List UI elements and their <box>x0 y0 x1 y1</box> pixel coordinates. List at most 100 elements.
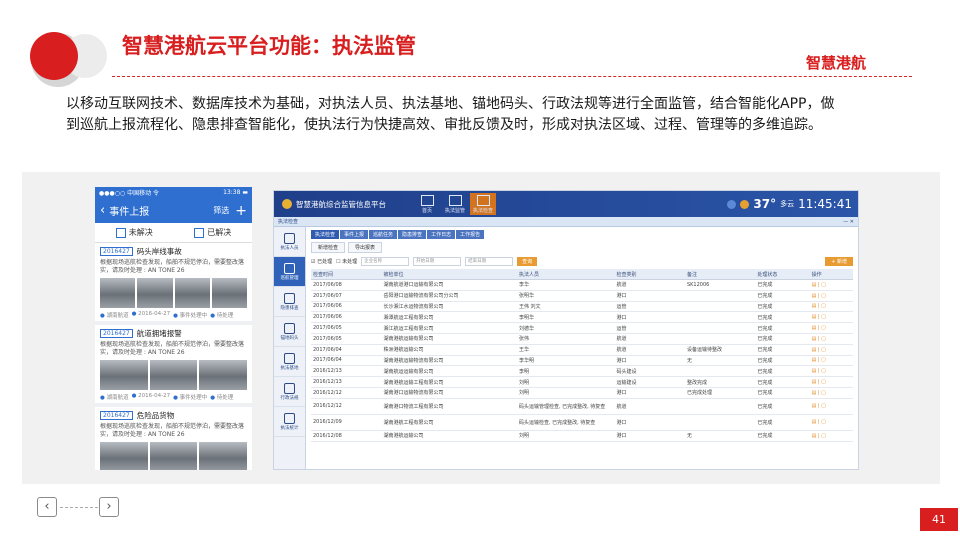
table-row[interactable]: 2016/12/12 湖南港口运输物流有限公司 刘明 港口 已完成处理 已完成 ▤ | ▢ <box>311 387 853 399</box>
table-row[interactable]: 2016/12/12 湖南港口物流工程有限公司 码头运输管理检查, 已完成整改, 待… <box>311 398 853 415</box>
back-icon[interactable]: ‹ <box>100 203 105 218</box>
row-actions[interactable]: ▤ | ▢ <box>809 398 853 415</box>
event-photo[interactable] <box>100 278 136 308</box>
search-button[interactable]: 查询 <box>517 257 538 266</box>
event-meta-item: 2016-04-27 <box>132 311 170 319</box>
unhandled-checkbox[interactable]: ☐ 未处理 <box>336 258 357 265</box>
prev-page-button[interactable]: ‹ <box>37 497 57 517</box>
column-header: 处理状态 <box>755 269 810 280</box>
column-header: 备注 <box>684 269 756 280</box>
event-photo[interactable] <box>149 442 198 470</box>
table-row[interactable]: 2016/12/08 湖南港航运输公司 刘明 港口无已完成 ▤ | ▢ <box>311 430 853 442</box>
table-cell: 码头运输检查, 已完成整改, 待复查 <box>516 414 615 431</box>
table-cell: 湖南港航运输物流有限公司 <box>381 355 517 367</box>
table-cell: 港口 <box>614 430 685 442</box>
top-tab[interactable]: 工作报告 <box>456 230 485 239</box>
event-photo[interactable] <box>149 360 198 390</box>
top-tabs: 执法检查 事件上报 巡航任务 隐患排查 工作日志 工作报告 <box>311 230 853 239</box>
table-cell <box>684 333 756 345</box>
start-date-input[interactable]: 开始日期 <box>413 257 462 266</box>
event-description: 根据现场巡航检查发现，船舶不规范停泊，需要整改落实，请及时处理 : AN TON… <box>100 341 245 356</box>
end-date-input[interactable]: 结束日期 <box>465 257 514 266</box>
add-icon[interactable]: + <box>235 203 247 219</box>
sidebar-item[interactable]: 执法人员 <box>274 227 305 257</box>
sidebar-item[interactable]: 执法基地 <box>274 347 305 377</box>
top-tab[interactable]: 巡航任务 <box>369 230 398 239</box>
top-tab[interactable]: 工作日志 <box>427 230 456 239</box>
event-photo[interactable] <box>199 442 248 470</box>
pager-divider <box>60 507 98 508</box>
event-photo[interactable] <box>211 278 247 308</box>
sidebar-item-label: 执法统计 <box>280 425 299 431</box>
module-tab[interactable]: 首页 <box>414 193 440 215</box>
top-tab[interactable]: 执法检查 <box>311 230 340 239</box>
table-cell: 港口 <box>614 311 685 324</box>
row-actions[interactable]: ▤ | ▢ <box>809 430 853 442</box>
row-actions[interactable]: ▤ | ▢ <box>809 311 853 324</box>
table-row[interactable]: 2017/06/08 湖南航道港口运输有限公司 李华 航道 SK12006 已完成 ▤ | … <box>311 279 853 291</box>
event-card[interactable]: 2016427 危险品货物 根据现场巡航检查发现，船舶不规范停泊，需要整改落实，请及… <box>95 407 252 470</box>
table-row[interactable]: 2017/06/05 湘江航运工程有限公司 刘德华 运管 已完成 ▤ | ▢ <box>311 322 853 334</box>
row-actions[interactable]: ▤ | ▢ <box>809 279 853 291</box>
table-row[interactable]: 2016/12/13 湖南港航运输工程有限公司 刘明 运输建设 整改完成 已完成 ▤ | ▢ <box>311 376 853 388</box>
sidebar-item[interactable]: 巡航管理 <box>274 257 305 287</box>
title-divider <box>112 76 912 77</box>
sidebar-item[interactable]: 行政法规 <box>274 377 305 407</box>
table-row[interactable]: 2016/12/13 湖南航运运输有限公司 李明 码头建设 已完成 ▤ | ▢ <box>311 365 853 378</box>
event-photo[interactable] <box>100 360 148 390</box>
row-actions[interactable]: ▤ | ▢ <box>809 333 853 345</box>
sidebar-item[interactable]: 隐患排查 <box>274 287 305 317</box>
tab-unresolved[interactable]: 未解决 <box>95 223 174 242</box>
row-actions[interactable]: ▤ | ▢ <box>809 414 853 431</box>
table-cell: 整改完成 <box>684 376 756 388</box>
event-meta-item: 事件处理中 <box>173 311 208 319</box>
row-actions[interactable]: ▤ | ▢ <box>809 355 853 367</box>
add-button[interactable]: + 新增 <box>825 257 853 266</box>
table-row[interactable]: 2017/06/07 岳阳港口运输物流有限公司分公司 张明华 港口 已完成 ▤ | ▢ <box>311 290 853 302</box>
row-actions[interactable]: ▤ | ▢ <box>809 290 853 302</box>
table-cell: 湖南港航运输工程有限公司 <box>381 376 517 388</box>
sub-tab-button[interactable]: 导出报表 <box>348 242 383 253</box>
top-tab[interactable]: 隐患排查 <box>398 230 427 239</box>
user-icon[interactable] <box>727 199 737 209</box>
top-tab[interactable]: 事件上报 <box>340 230 369 239</box>
event-id-badge: 2016427 <box>100 247 133 256</box>
row-actions[interactable]: ▤ | ▢ <box>809 365 853 378</box>
table-cell: 已完成 <box>755 365 810 378</box>
module-tab[interactable]: 执法监管 <box>442 193 468 215</box>
window-controls-icon[interactable]: — ✕ <box>843 219 854 225</box>
company-input[interactable]: 企业名称 <box>361 257 410 266</box>
module-tab[interactable]: 执法检查 <box>470 193 496 215</box>
event-card[interactable]: 2016427 航道拥堵报警根据现场巡航检查发现，船舶不规范停泊，需要整改落实，请… <box>95 325 252 407</box>
row-actions[interactable]: ▤ | ▢ <box>809 322 853 334</box>
module-label: 执法监管 <box>444 207 465 214</box>
handled-checkbox[interactable]: ☑ 已处理 <box>311 258 332 265</box>
event-photo[interactable] <box>100 442 148 470</box>
table-row[interactable]: 2017/06/04 株洲港航运输公司 王华 航道 设备运输待整改 已完成 ▤ | ▢ <box>311 344 853 356</box>
event-photo[interactable] <box>137 278 173 308</box>
sidebar-item[interactable]: 执法统计 <box>274 407 305 437</box>
filter-button[interactable]: 筛选 <box>213 205 229 216</box>
event-card[interactable]: 2016427 码头岸线事故 根据现场巡航检查发现，船舶不规范停泊，需要整改落实，请… <box>95 243 252 325</box>
tab-resolved[interactable]: 已解决 <box>174 223 253 242</box>
sidebar-item[interactable]: 锚地码头 <box>274 317 305 347</box>
row-actions[interactable]: ▤ | ▢ <box>809 387 853 399</box>
table-row[interactable]: 2017/06/06 长沙湘江水运物流有限公司 王伟 刘文 运管 已完成 ▤ | ▢ <box>311 301 853 313</box>
row-actions[interactable]: ▤ | ▢ <box>809 344 853 356</box>
event-meta-item: 2016-04-27 <box>132 393 170 401</box>
event-photo[interactable] <box>174 278 210 308</box>
table-cell: 设备运输待整改 <box>684 344 756 356</box>
sub-tab-button[interactable]: 新增检查 <box>311 242 346 253</box>
table-row[interactable]: 2017/06/05 湖南港航运输有限公司 张伟 航道 已完成 ▤ | ▢ <box>311 333 853 345</box>
table-row[interactable]: 2017/06/06 湘潭航运工程有限公司 李明华 港口 已完成 ▤ | ▢ <box>311 311 853 324</box>
event-photo[interactable] <box>199 360 248 390</box>
event-card-header: 2016427 航道拥堵报警 <box>100 328 247 339</box>
row-actions[interactable]: ▤ | ▢ <box>809 301 853 313</box>
next-page-button[interactable]: › <box>99 497 119 517</box>
table-cell <box>684 322 756 334</box>
row-actions[interactable]: ▤ | ▢ <box>809 376 853 388</box>
notification-icon[interactable] <box>740 199 750 209</box>
logo-circles-icon <box>30 32 107 87</box>
table-row[interactable]: 2016/12/09 湖南港航工程有限公司 码头运输检查, 已完成整改, 待复查 港口… <box>311 414 853 431</box>
table-row[interactable]: 2017/06/04 湖南港航运输物流有限公司 李华明 港口无已完成 ▤ | ▢ <box>311 355 853 367</box>
